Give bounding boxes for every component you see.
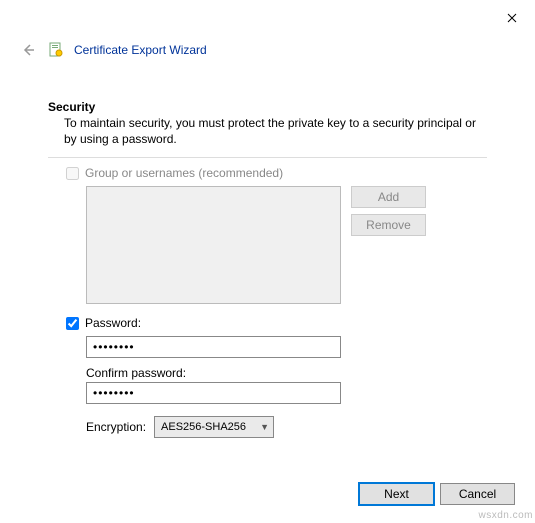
group-users-label: Group or usernames (recommended) xyxy=(85,166,283,180)
group-users-listbox xyxy=(86,186,341,304)
group-users-row: Group or usernames (recommended) xyxy=(66,166,487,180)
watermark: wsxdn.com xyxy=(478,510,533,521)
group-users-checkbox[interactable] xyxy=(66,167,79,180)
titlebar xyxy=(0,0,535,36)
confirm-password-input[interactable] xyxy=(86,382,341,404)
next-button[interactable]: Next xyxy=(359,483,434,505)
content-area: Security To maintain security, you must … xyxy=(0,70,535,438)
section-subheading: To maintain security, you must protect t… xyxy=(48,116,487,147)
group-users-area: Add Remove xyxy=(86,186,487,304)
cancel-button[interactable]: Cancel xyxy=(440,483,515,505)
back-button[interactable] xyxy=(18,40,38,60)
footer-buttons: Next Cancel xyxy=(359,483,515,505)
password-row: Password: xyxy=(66,316,487,330)
wizard-title: Certificate Export Wizard xyxy=(74,43,207,57)
remove-button: Remove xyxy=(351,214,426,236)
encryption-selected: AES256-SHA256 xyxy=(161,421,246,433)
password-checkbox[interactable] xyxy=(66,317,79,330)
section-heading: Security xyxy=(48,100,487,114)
chevron-down-icon: ▼ xyxy=(260,422,269,432)
close-icon xyxy=(507,13,517,23)
encryption-combobox[interactable]: AES256-SHA256 ▼ xyxy=(154,416,274,438)
confirm-password-label: Confirm password: xyxy=(86,366,487,380)
wizard-header: Certificate Export Wizard xyxy=(0,36,535,70)
password-label: Password: xyxy=(85,316,141,330)
divider xyxy=(48,157,487,158)
certificate-icon xyxy=(48,42,64,58)
close-button[interactable] xyxy=(489,2,535,34)
add-button: Add xyxy=(351,186,426,208)
encryption-label: Encryption: xyxy=(86,420,146,434)
back-arrow-icon xyxy=(20,42,36,58)
encryption-row: Encryption: AES256-SHA256 ▼ xyxy=(86,416,487,438)
password-input[interactable] xyxy=(86,336,341,358)
